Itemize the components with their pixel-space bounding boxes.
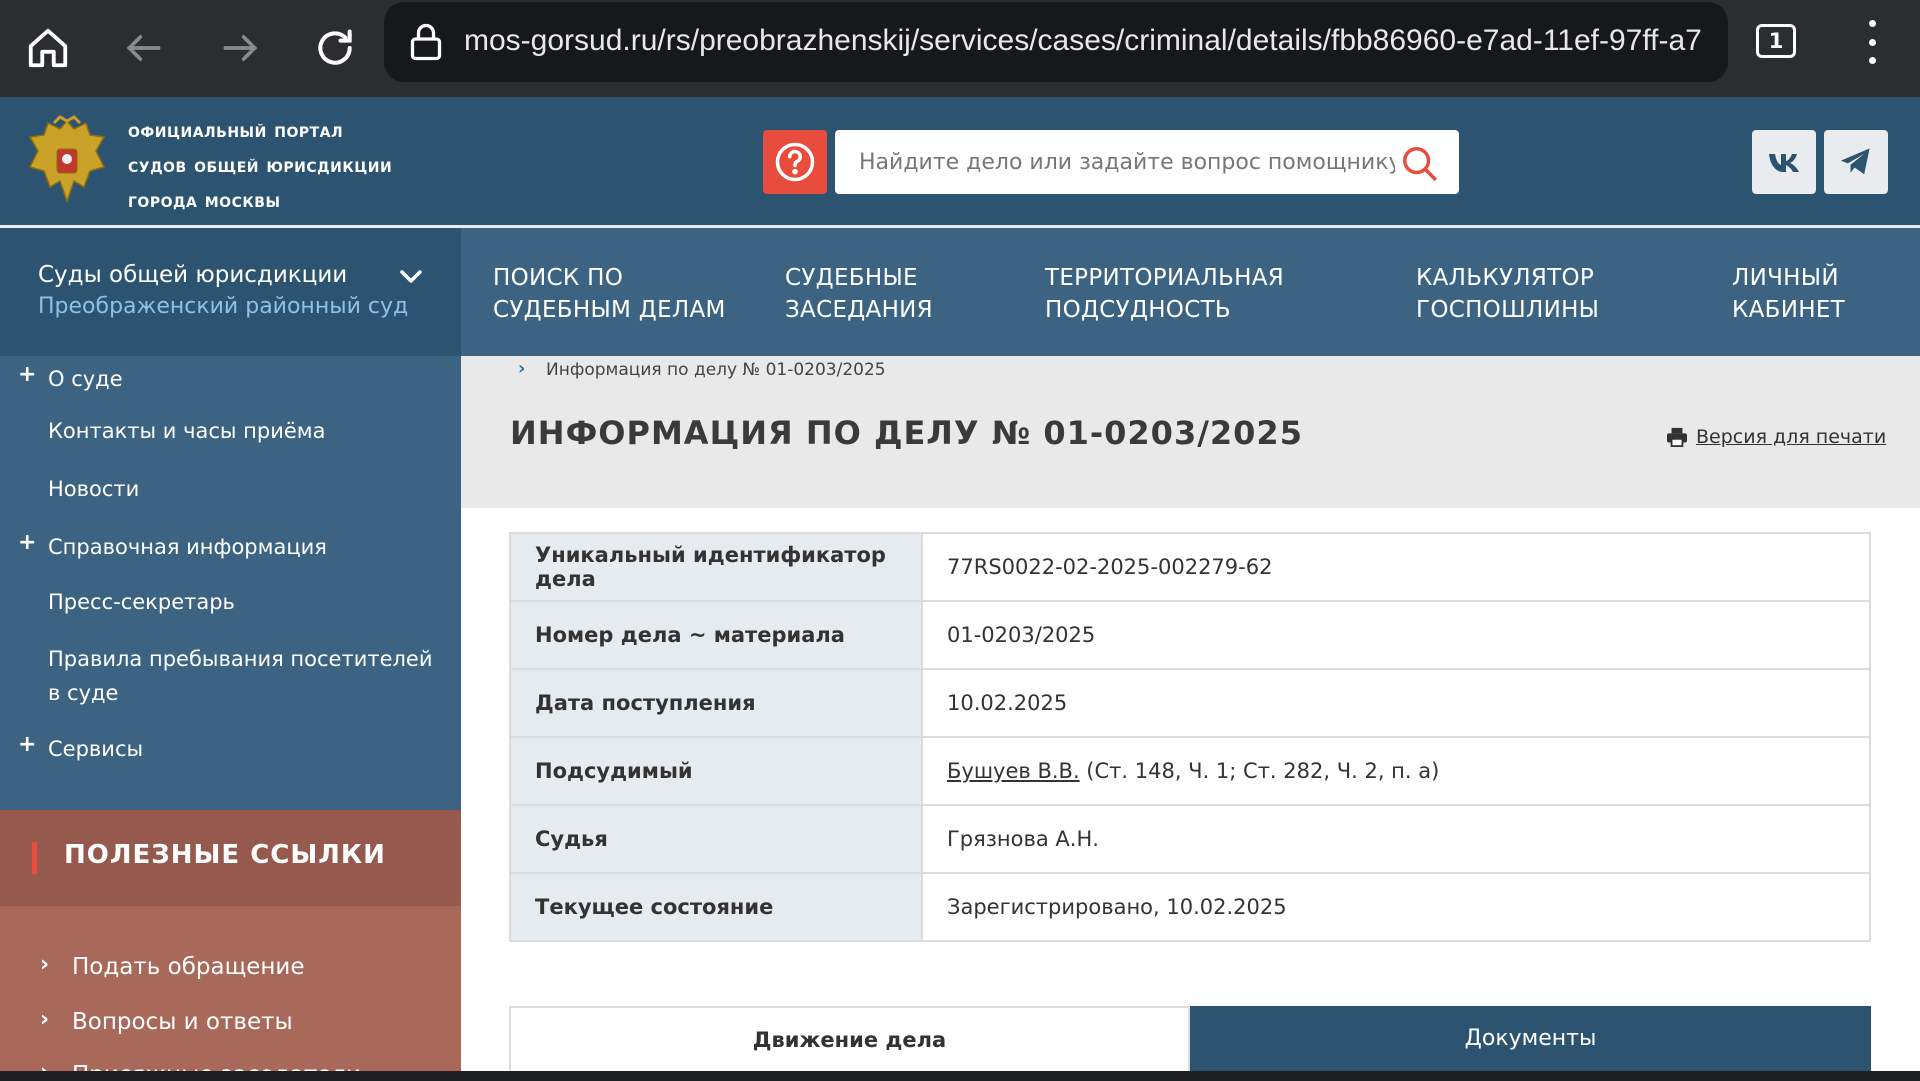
more-menu-icon[interactable] [1862, 20, 1882, 64]
sidebar-item-contacts[interactable]: Контакты и часы приёма [48, 414, 326, 448]
case-info-table: Уникальный идентификатор дела 77RS0022-0… [509, 532, 1871, 942]
expand-plus-icon[interactable]: + [18, 530, 36, 555]
sidebar-item-visitor-rules[interactable]: Правила пребывания посетителей в суде [48, 642, 433, 710]
row-key: Номер дела ~ материала [509, 600, 923, 670]
row-key: Дата поступления [509, 668, 923, 738]
row-value: Зарегистрировано, 10.02.2025 [921, 872, 1871, 942]
system-bottom-bar [0, 1071, 1920, 1081]
arrow-left-icon [126, 35, 161, 61]
row-key: Уникальный идентификатор дела [509, 532, 923, 602]
forward-button[interactable] [210, 18, 270, 78]
row-value: 77RS0022-02-2025-002279-62 [921, 532, 1871, 602]
breadcrumb-arrow-icon: › [518, 358, 526, 379]
expand-plus-icon[interactable]: + [18, 362, 36, 387]
main-navigation: ПОИСК ПО СУДЕБНЫМ ДЕЛАМ СУДЕБНЫЕ ЗАСЕДАНИЯ… [461, 228, 1920, 356]
nav-case-search[interactable]: ПОИСК ПО СУДЕБНЫМ ДЕЛАМ [493, 262, 726, 326]
vk-icon [1769, 154, 1799, 172]
table-row: Уникальный идентификатор дела 77RS0022-0… [509, 532, 1871, 602]
defendant-link[interactable]: Бушуев В.В. [947, 759, 1080, 783]
useful-link-jurors[interactable]: Присяжные заседатели [72, 1062, 361, 1071]
browser-toolbar: mos-gorsud.ru/rs/preobrazhenskij/service… [0, 0, 1920, 97]
useful-links-header: ПОЛЕЗНЫЕ ССЫЛКИ [0, 810, 461, 906]
court-selector[interactable]: Суды общей юрисдикции Преображенский рай… [0, 228, 461, 356]
useful-link-faq[interactable]: Вопросы и ответы [72, 1009, 293, 1035]
table-row: Судья Грязнова А.Н. [509, 804, 1871, 874]
reload-button[interactable] [305, 18, 365, 78]
assistant-help-button[interactable] [763, 130, 827, 194]
arrow-right-icon [223, 35, 258, 61]
sidebar-item-services[interactable]: Сервисы [48, 732, 143, 766]
table-row: Дата поступления 10.02.2025 [509, 668, 1871, 738]
chevron-right-icon: › [40, 952, 50, 977]
page-title: ИНФОРМАЦИЯ ПО ДЕЛУ № 01-0203/2025 [510, 414, 1303, 452]
portal-title-line-2: судов общей юрисдикции [128, 153, 393, 177]
expand-plus-icon[interactable]: + [18, 732, 36, 757]
sidebar-item-news[interactable]: Новости [48, 472, 139, 506]
nav-court-sessions[interactable]: СУДЕБНЫЕ ЗАСЕДАНИЯ [785, 262, 933, 326]
row-key: Текущее состояние [509, 872, 923, 942]
row-value: Грязнова А.Н. [921, 804, 1871, 874]
telegram-icon [1841, 148, 1870, 175]
url-text: mos-gorsud.ru/rs/preobrazhenskij/service… [464, 24, 1702, 57]
printer-icon [1667, 427, 1687, 447]
sidebar-item-about[interactable]: О суде [48, 362, 123, 396]
sidebar: + О суде Контакты и часы приёма Новости … [0, 356, 461, 810]
row-key: Подсудимый [509, 736, 923, 806]
home-icon [28, 28, 68, 68]
nav-fee-calculator[interactable]: КАЛЬКУЛЯТОР ГОСПОШЛИНЫ [1416, 262, 1599, 326]
chevron-down-icon [400, 270, 422, 283]
question-circle-icon [775, 142, 815, 182]
row-value: 01-0203/2025 [921, 600, 1871, 670]
row-key: Судья [509, 804, 923, 874]
table-row: Подсудимый Бушуев В.В. (Ст. 148, Ч. 1; С… [509, 736, 1871, 806]
search-icon[interactable] [1400, 144, 1438, 182]
table-row: Номер дела ~ материала 01-0203/2025 [509, 600, 1871, 670]
breadcrumb[interactable]: Информация по делу № 01-0203/2025 [546, 360, 886, 380]
tab-documents[interactable]: Документы [1190, 1006, 1871, 1071]
useful-link-appeal[interactable]: Подать обращение [72, 954, 305, 980]
nav-jurisdiction[interactable]: ТЕРРИТОРИАЛЬНАЯ ПОДСУДНОСТЬ [1045, 262, 1284, 326]
reload-icon [318, 29, 352, 65]
table-row: Текущее состояние Зарегистрировано, 10.0… [509, 872, 1871, 942]
telegram-button[interactable] [1824, 130, 1888, 194]
nav-personal-account[interactable]: ЛИЧНЫЙ КАБИНЕТ [1732, 262, 1845, 326]
coat-of-arms-icon [28, 115, 106, 204]
back-button[interactable] [114, 18, 174, 78]
vk-button[interactable] [1752, 130, 1816, 194]
chevron-right-icon: › [40, 1060, 49, 1071]
defendant-articles: (Ст. 148, Ч. 1; Ст. 282, Ч. 2, п. а) [1079, 759, 1440, 783]
chevron-right-icon: › [40, 1007, 50, 1032]
row-value-defendant: Бушуев В.В. (Ст. 148, Ч. 1; Ст. 282, Ч. … [921, 736, 1871, 806]
home-button[interactable] [18, 18, 78, 78]
sidebar-item-reference[interactable]: Справочная информация [48, 530, 327, 564]
tab-switcher-button[interactable]: 1 [1756, 24, 1796, 58]
search-box [835, 130, 1459, 194]
useful-links-title: ПОЛЕЗНЫЕ ССЫЛКИ [64, 840, 386, 870]
portal-title-line-3: города Москвы [128, 188, 281, 212]
lock-icon [410, 23, 442, 61]
sidebar-item-press[interactable]: Пресс-секретарь [48, 585, 235, 619]
useful-links-list: › Подать обращение › Вопросы и ответы › … [0, 906, 461, 1071]
row-value: 10.02.2025 [921, 668, 1871, 738]
portal-title[interactable]: Официальный портал судов общей юрисдикци… [128, 113, 392, 218]
site-header: Официальный портал судов общей юрисдикци… [0, 97, 1920, 225]
print-version-link[interactable]: Версия для печати [1666, 426, 1886, 448]
court-selector-label: Суды общей юрисдикции [38, 262, 348, 288]
tab-case-movement[interactable]: Движение дела [509, 1006, 1190, 1071]
portal-title-line-1: Официальный портал [128, 118, 344, 142]
address-bar[interactable]: mos-gorsud.ru/rs/preobrazhenskij/service… [384, 2, 1728, 82]
court-selector-value: Преображенский районный суд [38, 294, 409, 319]
search-input[interactable] [835, 130, 1395, 194]
accent-bar [32, 842, 37, 874]
